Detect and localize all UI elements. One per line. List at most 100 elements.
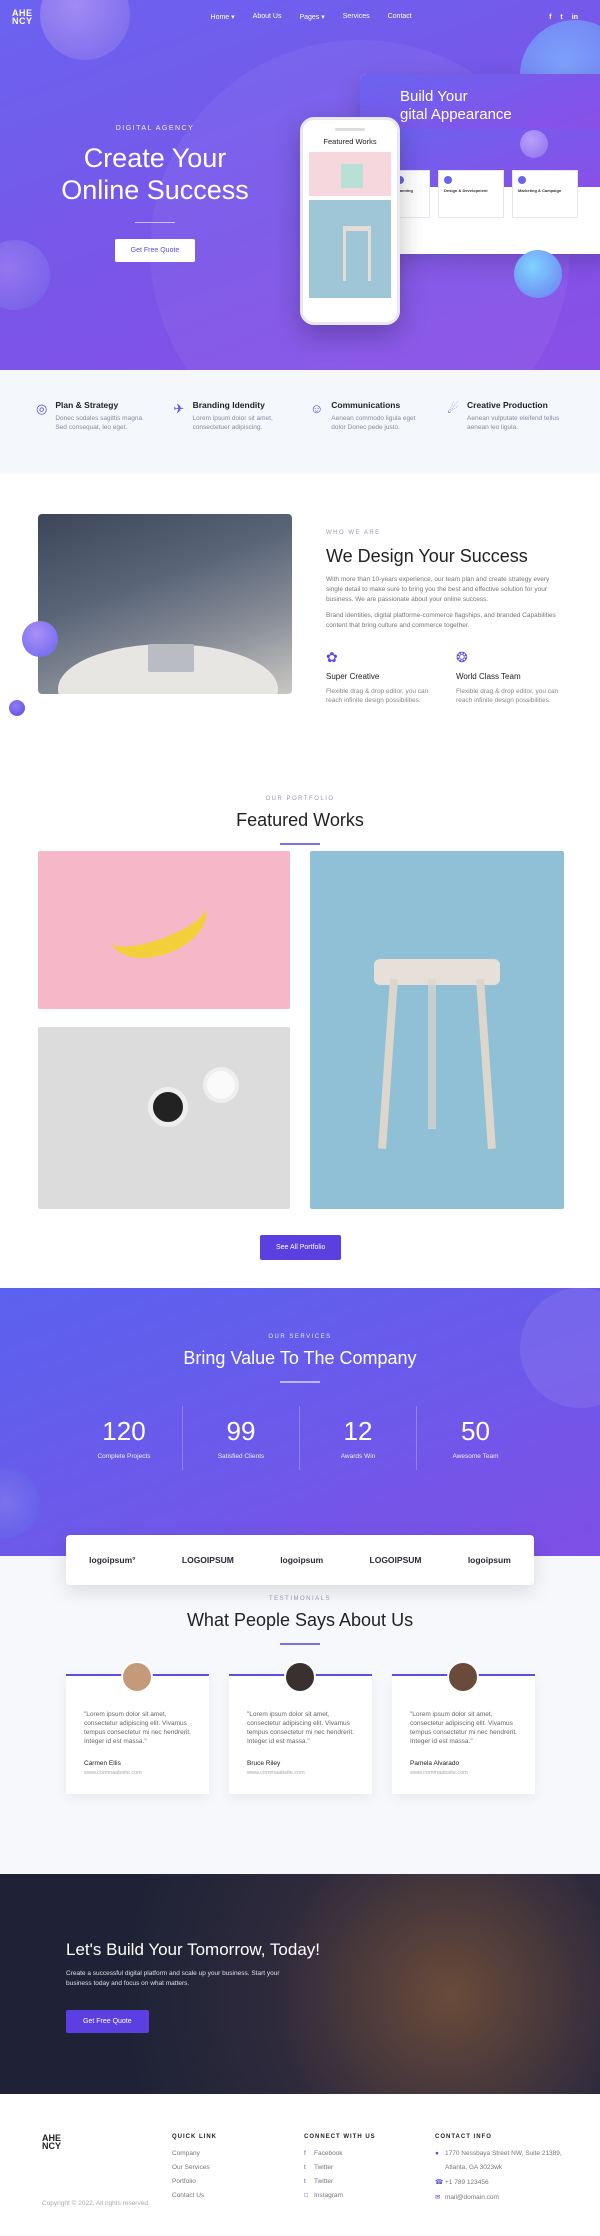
- nav-item-about[interactable]: About Us: [253, 13, 282, 21]
- client-logos: logoipsum° LOGOIPSUM logoipsum LOGOIPSUM…: [66, 1535, 534, 1585]
- feature-title: Branding Idendity: [192, 400, 265, 410]
- portfolio-section: OUR PORTFOLIO Featured Works See All Por…: [0, 774, 600, 1288]
- megaphone-icon: ✈: [173, 401, 185, 416]
- stat-number: 12: [343, 1416, 373, 1446]
- testimonials-title: What People Says About Us: [186, 1610, 414, 1630]
- nav-item-contact[interactable]: Contact: [388, 13, 412, 21]
- feature-item: ☄ Creative Production Aenean vulputate el…: [447, 400, 564, 474]
- client-logo[interactable]: LOGOIPSUM: [182, 1555, 234, 1565]
- portfolio-eyebrow: OUR PORTFOLIO: [265, 796, 335, 802]
- footer: AHE NCY QUICK LINK Company Our Services …: [0, 2094, 600, 2234]
- link-label: Facebook: [314, 2150, 343, 2157]
- email-address: mail@domain.com: [445, 2194, 499, 2201]
- testimonials-section: TESTIMONIALS What People Says About Us "…: [0, 1556, 600, 1874]
- footer-link-company[interactable]: Company: [172, 2150, 217, 2157]
- logo-line: NCY: [12, 16, 33, 26]
- facebook-icon: f: [304, 2150, 306, 2157]
- stat-item: 50 Awesome Team: [417, 1406, 534, 1470]
- client-logo[interactable]: logoipsum: [468, 1555, 511, 1565]
- testimonial-site: www.commaabsite.com: [410, 1770, 468, 1776]
- phone-image-room: [309, 152, 391, 196]
- nav-item-home[interactable]: Home ▾: [211, 13, 235, 21]
- divider: [280, 843, 320, 845]
- main-nav: AHE NCY Home ▾ About Us Pages ▾ Services…: [0, 0, 600, 34]
- testimonial-card: "Lorem ipsum dolor sit amet, consectetur…: [66, 1661, 209, 1794]
- photo-laptop: [148, 644, 194, 672]
- phone-image-stool: [309, 200, 391, 298]
- see-all-portfolio-button[interactable]: See All Portfolio: [260, 1235, 342, 1260]
- link-label: Twitter: [314, 2178, 334, 2185]
- client-logo[interactable]: logoipsum: [280, 1555, 323, 1565]
- twitter-icon: t: [304, 2164, 306, 2171]
- about-feature: ❂ World Class Team Flexible drag & drop …: [456, 649, 562, 705]
- client-logo[interactable]: LOGOIPSUM: [370, 1555, 422, 1565]
- creative-icon: ✿: [326, 649, 338, 665]
- feature-title: Creative Production: [467, 400, 548, 410]
- footer-link-contact[interactable]: Contact Us: [172, 2192, 217, 2199]
- footer-heading: QUICK LINK: [172, 2134, 217, 2140]
- footer-link-instagram[interactable]: □ Instagram: [304, 2192, 376, 2199]
- divider: [135, 222, 175, 223]
- divider: [280, 1381, 320, 1383]
- footer-link-twitter[interactable]: t Twitter: [304, 2164, 376, 2171]
- footer-link-twitter[interactable]: t Twitter: [304, 2178, 376, 2185]
- address: ● 1770 Nessbaya Street NW, Suite 21389,: [435, 2150, 562, 2157]
- portfolio-item-watches[interactable]: [38, 1027, 290, 1209]
- people-icon: ☺: [310, 401, 324, 416]
- card-icon: [518, 176, 526, 184]
- portfolio-item-stool[interactable]: [310, 851, 564, 1209]
- features-strip: ◎ Plan & Strategy Donec sodales sagittis …: [0, 370, 600, 474]
- footer-link-facebook[interactable]: f Facebook: [304, 2150, 376, 2157]
- card-label: Marketing & Campaign: [518, 188, 562, 193]
- decorative-orb: [520, 130, 548, 158]
- watch-image: [203, 1067, 239, 1103]
- portfolio-grid: [38, 851, 564, 1213]
- site-logo[interactable]: AHE NCY: [12, 9, 33, 26]
- twitter-icon[interactable]: t: [560, 14, 562, 21]
- browser-title-line: gital Appearance: [400, 106, 512, 123]
- copyright: Copyright © 2022, All rights reserved.: [42, 2200, 150, 2207]
- about-paragraph: Brand identities, digital platforme-comm…: [326, 612, 556, 629]
- about-features: ✿ Super Creative Flexible drag & drop ed…: [326, 649, 562, 705]
- get-quote-button[interactable]: Get Free Quote: [66, 2010, 149, 2033]
- testimonial-site: www.commaabsite.com: [84, 1770, 142, 1776]
- about-feature-text: Flexible drag & drop editor, you can rea…: [456, 688, 559, 704]
- about-feature: ✿ Super Creative Flexible drag & drop ed…: [326, 649, 432, 705]
- facebook-icon[interactable]: f: [549, 14, 551, 21]
- hero-title-line: Online Success: [61, 175, 249, 205]
- nav-item-services[interactable]: Services: [343, 13, 370, 21]
- linkedin-icon[interactable]: in: [572, 14, 578, 21]
- instagram-icon: □: [304, 2192, 308, 2199]
- footer-logo[interactable]: AHE NCY: [42, 2134, 61, 2151]
- feature-text: Donec sodales sagittis magna. Sed conseq…: [55, 415, 144, 431]
- divider: [280, 1643, 320, 1645]
- stat-item: 99 Satisfied Clients: [183, 1406, 300, 1470]
- link-label: Twitter: [314, 2164, 334, 2171]
- portfolio-item-banana[interactable]: [38, 851, 290, 1009]
- about-feature-title: World Class Team: [456, 672, 521, 681]
- hero-section: AHE NCY Home ▾ About Us Pages ▾ Services…: [0, 0, 600, 370]
- feature-title: Communications: [331, 400, 401, 410]
- footer-link-services[interactable]: Our Services: [172, 2164, 217, 2171]
- about-title: We Design Your Success: [326, 546, 528, 566]
- phone-icon: ☎: [435, 2179, 444, 2186]
- testimonial-card: "Lorem ipsum dolor sit amet, consectetur…: [392, 1661, 535, 1794]
- browser-title-line: Build Your: [400, 88, 468, 105]
- testimonial-name: Carmen Ellis: [84, 1760, 121, 1767]
- email[interactable]: ✉ mail@domain.com: [435, 2193, 562, 2201]
- stat-number: 50: [461, 1416, 490, 1446]
- about-section: WHO WE ARE We Design Your Success With m…: [0, 474, 600, 774]
- nav-menu: Home ▾ About Us Pages ▾ Services Contact: [211, 13, 412, 21]
- footer-link-portfolio[interactable]: Portfolio: [172, 2178, 217, 2185]
- get-quote-button[interactable]: Get Free Quote: [114, 239, 196, 262]
- decorative-orb: [514, 250, 562, 298]
- stat-item: 12 Awards Win: [300, 1406, 417, 1470]
- nav-item-pages[interactable]: Pages ▾: [299, 13, 324, 21]
- client-logo[interactable]: logoipsum°: [89, 1555, 135, 1565]
- phone: ☎ +1 789 123456: [435, 2178, 562, 2186]
- stat-label: Awards Win: [340, 1453, 376, 1460]
- avatar: [284, 1661, 316, 1693]
- connect-links: CONNECT WITH US f Facebook t Twitter t Twit…: [304, 2134, 376, 2206]
- avatar: [447, 1661, 479, 1693]
- testimonial-name: Pamela Alvarado: [410, 1760, 460, 1767]
